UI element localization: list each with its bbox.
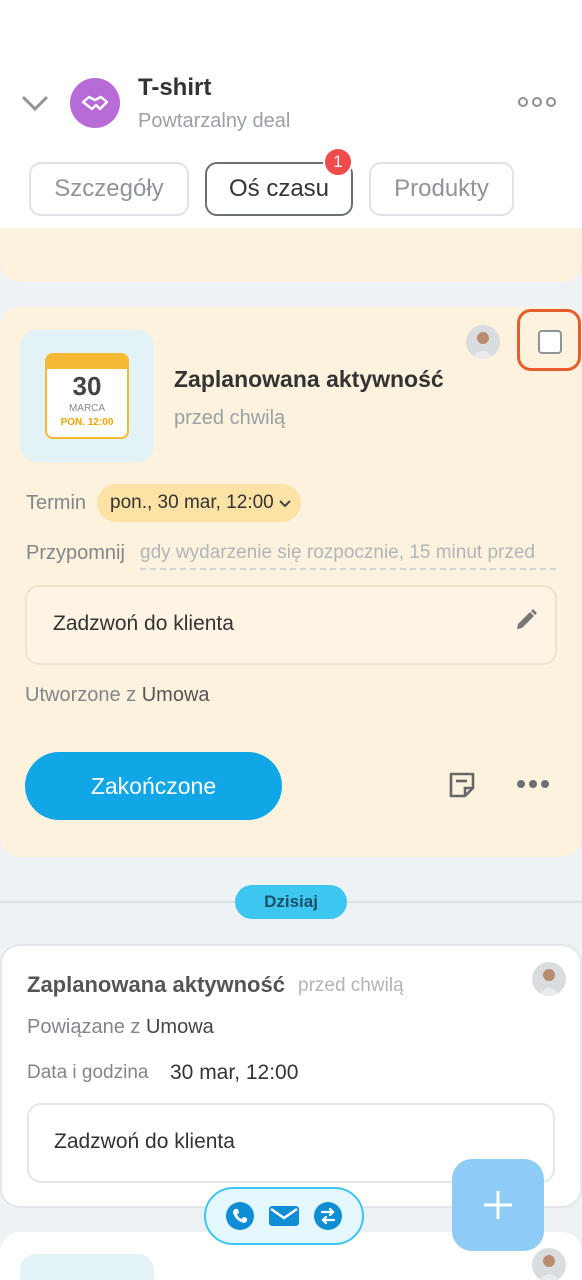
contact-bar [204, 1187, 364, 1245]
calendar-weekday-time: PON. 12:00 [60, 417, 114, 428]
chevron-down-icon [279, 500, 291, 508]
calendar-icon: 30 MARCA PON. 12:00 [45, 353, 129, 439]
next-card-icon-box [20, 1254, 154, 1280]
note-icon[interactable] [447, 770, 477, 800]
phone-icon[interactable] [224, 1200, 256, 1232]
created-from: Utworzone z Umowa [25, 684, 210, 707]
calendar-month: MARCA [68, 403, 106, 414]
add-button[interactable] [452, 1159, 544, 1251]
created-from-label: Utworzone z [25, 684, 137, 706]
history-related: Powiązane z Umowa [27, 1016, 214, 1039]
avatar[interactable] [532, 1248, 566, 1280]
history-description: Zadzwoń do klienta [54, 1130, 235, 1153]
activity-time: przed chwilą [174, 407, 286, 429]
tab-products[interactable]: Produkty [369, 162, 514, 216]
deadline-selector[interactable]: pon., 30 mar, 12:00 [97, 484, 301, 522]
done-button[interactable]: Zakończone [25, 752, 282, 820]
page-title: T-shirt [138, 74, 212, 101]
activity-title: Zaplanowana aktywność [174, 366, 444, 392]
related-link[interactable]: Umowa [146, 1016, 214, 1038]
complete-checkbox[interactable] [538, 330, 562, 354]
mail-icon[interactable] [268, 1200, 300, 1232]
avatar[interactable] [466, 325, 500, 359]
tab-badge: 1 [323, 147, 353, 177]
related-label: Powiązane z [27, 1016, 141, 1038]
handshake-icon [70, 78, 120, 128]
chat-icon[interactable] [312, 1200, 344, 1232]
calendar-day: 30 [72, 371, 102, 401]
more-icon[interactable] [517, 780, 551, 790]
date-separator: Dzisiaj [235, 885, 347, 919]
avatar[interactable] [532, 962, 566, 996]
more-icon[interactable] [518, 92, 558, 112]
deadline-label: Termin [26, 492, 87, 514]
previous-card [0, 228, 582, 282]
tab-details[interactable]: Szczegóły [29, 162, 189, 216]
pencil-icon[interactable] [513, 607, 539, 633]
page-subtitle: Powtarzalny deal [138, 110, 291, 132]
created-from-source[interactable]: Umowa [142, 684, 210, 706]
history-time: przed chwilą [298, 975, 404, 996]
history-title: Zaplanowana aktywność [27, 972, 285, 997]
datetime-value: 30 mar, 12:00 [170, 1061, 299, 1084]
chevron-down-icon[interactable] [20, 88, 50, 118]
remind-label: Przypomnij [26, 542, 125, 564]
deadline-value: pon., 30 mar, 12:00 [110, 492, 274, 513]
plus-icon [484, 1191, 512, 1219]
remind-selector[interactable]: gdy wydarzenie się rozpocznie, 15 minut … [140, 542, 556, 570]
datetime-label: Data i godzina [27, 1062, 149, 1083]
description-text: Zadzwoń do klienta [53, 612, 234, 635]
